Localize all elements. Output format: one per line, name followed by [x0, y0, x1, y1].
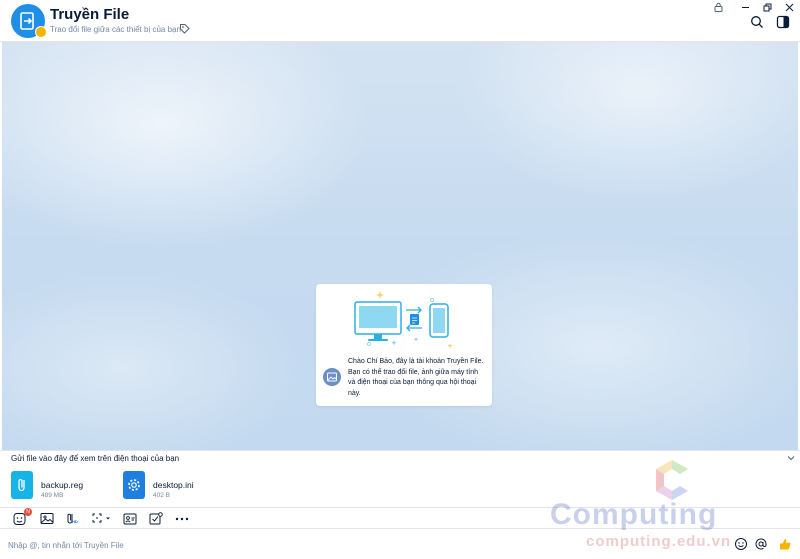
welcome-card: Chào Chí Bảo, đây là tài khoản Truyền Fi… — [316, 284, 492, 406]
file-name: desktop.ini — [153, 480, 194, 490]
file-size: 402 B — [153, 492, 170, 499]
composer-toolbar: N HD — [0, 507, 800, 528]
message-composer — [0, 528, 800, 559]
search-icon[interactable] — [750, 15, 764, 29]
file-size: 489 MB — [41, 492, 64, 499]
minimize-icon — [741, 6, 749, 8]
lock-button[interactable] — [708, 0, 728, 14]
more-icon[interactable] — [174, 511, 190, 526]
computer-phone-transfer-illustration — [354, 291, 453, 349]
minimize-button[interactable] — [735, 0, 755, 14]
file-transfer-icon — [20, 12, 34, 30]
attachment-file-icon — [11, 471, 33, 499]
image-bubble-icon — [323, 368, 341, 386]
file-item-backup[interactable]: backup.reg 489 MB — [11, 471, 111, 499]
file-item-desktop[interactable]: desktop.ini 402 B — [123, 471, 223, 499]
file-list: backup.reg 489 MB desktop.ini 402 B — [0, 465, 800, 507]
verified-badge-icon — [35, 26, 47, 38]
chevron-down-icon[interactable] — [786, 453, 796, 463]
sticker-new-badge: N — [24, 508, 32, 516]
image-icon[interactable] — [39, 511, 55, 526]
chat-header: Truyền File Trao đổi file giữa các thiết… — [0, 0, 800, 42]
close-button[interactable] — [779, 0, 799, 14]
page-title: Truyền File — [50, 6, 130, 23]
mention-icon[interactable] — [754, 537, 768, 551]
welcome-message: Chào Chí Bảo, đây là tài khoản Truyền Fi… — [348, 358, 484, 397]
page-subtitle: Trao đổi file giữa các thiết bị của bạn — [50, 25, 181, 34]
avatar[interactable] — [11, 4, 47, 38]
message-input[interactable] — [8, 536, 708, 554]
restore-icon — [763, 3, 771, 11]
restore-button[interactable] — [757, 0, 777, 14]
file-name: backup.reg — [41, 480, 84, 490]
thumbs-up-icon[interactable] — [778, 537, 792, 551]
task-icon[interactable] — [148, 511, 164, 526]
settings-file-icon — [123, 471, 145, 499]
contact-card-icon[interactable] — [122, 511, 138, 526]
emoji-icon[interactable] — [734, 537, 748, 551]
drop-zone-label: Gửi file vào đây để xem trên điện thoại … — [11, 454, 180, 463]
sidebar-toggle-icon[interactable] — [776, 15, 790, 29]
screenshot-icon[interactable] — [91, 511, 113, 526]
hd-label: HD — [72, 519, 78, 524]
tag-icon[interactable] — [179, 23, 190, 34]
chat-area: Chào Chí Bảo, đây là tài khoản Truyền Fi… — [2, 42, 798, 450]
close-icon — [785, 3, 793, 11]
lock-icon — [714, 2, 722, 12]
drop-zone-bar[interactable]: Gửi file vào đây để xem trên điện thoại … — [0, 450, 800, 465]
